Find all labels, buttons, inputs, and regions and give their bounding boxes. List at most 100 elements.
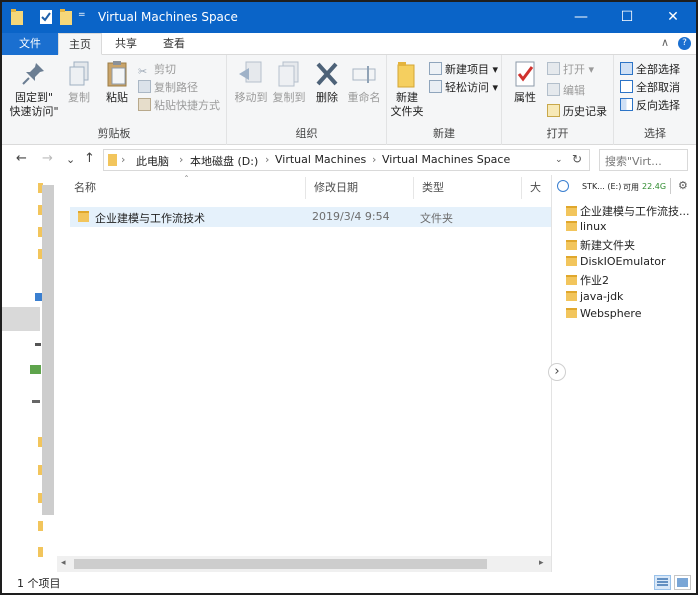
paste-shortcut-button[interactable]: 粘贴快捷方式 <box>138 97 220 114</box>
list-item[interactable]: 作业2 <box>566 272 609 288</box>
copy-label: 复制 <box>68 91 90 104</box>
breadcrumb-drive-d[interactable]: 本地磁盘 (D:) <box>190 153 258 169</box>
minimize-button[interactable]: — <box>558 2 604 33</box>
select-all-button[interactable]: 全部选择 <box>620 61 680 78</box>
breadcrumb-this-pc[interactable]: 此电脑 <box>136 153 169 169</box>
folder-icon <box>566 240 577 250</box>
column-header-type[interactable]: 类型 <box>414 177 522 199</box>
up-button[interactable]: ↑ <box>84 151 95 166</box>
list-item[interactable]: DiskIOEmulator <box>566 255 666 268</box>
cut-label: 剪切 <box>154 63 176 76</box>
help-icon[interactable]: ? <box>678 37 691 50</box>
list-item[interactable]: 新建文件夹 <box>566 237 635 253</box>
nav-selected-item[interactable] <box>2 307 40 331</box>
new-folder-quick-icon[interactable] <box>60 9 72 25</box>
breadcrumb-virtual-machines-space[interactable]: Virtual Machines Space <box>382 153 510 166</box>
preview-item-label: 作业2 <box>580 274 609 287</box>
invert-selection-button[interactable]: 反向选择 <box>620 97 680 114</box>
expand-pane-button[interactable]: › <box>548 363 566 381</box>
nav-pane-scrollbar[interactable] <box>42 185 54 515</box>
new-folder-button[interactable]: 新建 文件夹 <box>389 59 425 119</box>
computer-icon <box>35 293 42 301</box>
list-item[interactable]: 企业建模与工作流技... <box>566 203 690 219</box>
scroll-left-icon[interactable]: ◂ <box>61 558 66 568</box>
group-new: 新建 文件夹 新建项目 ▾ 轻松访问 ▾ 新建 <box>387 55 502 145</box>
network-icon <box>30 365 41 374</box>
open-icon <box>547 62 560 75</box>
copy-path-button[interactable]: 复制路径 <box>138 79 198 96</box>
column-header-size[interactable]: 大小 <box>522 177 551 199</box>
group-select: 全部选择 全部取消 反向选择 选择 <box>614 55 696 145</box>
tab-file[interactable]: 文件 <box>2 33 58 55</box>
delete-button[interactable]: 删除 <box>310 59 344 105</box>
copy-to-icon <box>278 61 299 87</box>
edit-button[interactable]: 编辑 <box>547 82 585 99</box>
horizontal-scrollbar-thumb[interactable] <box>74 559 487 569</box>
breadcrumb-virtual-machines[interactable]: Virtual Machines <box>275 153 366 166</box>
refresh-button[interactable]: ↻ <box>572 152 582 166</box>
item-count: 1 个项目 <box>17 577 61 590</box>
horizontal-scrollbar[interactable]: ◂ ▸ <box>57 556 551 572</box>
scroll-right-icon[interactable]: ▸ <box>539 558 544 568</box>
column-header-name[interactable]: 名称 <box>66 177 306 199</box>
pin-quick-access-button[interactable]: 固定到" 快速访问" <box>8 59 60 119</box>
folder-icon <box>566 256 577 266</box>
new-item-button[interactable]: 新建项目 ▾ <box>429 61 498 78</box>
search-input[interactable]: 搜索"Virt... <box>599 149 688 171</box>
recent-locations-button[interactable]: ⌄ <box>66 153 75 166</box>
breadcrumb-separator-icon: › <box>179 153 184 166</box>
move-to-button[interactable]: 移动到 <box>231 59 271 105</box>
preview-item-label: Websphere <box>580 307 642 320</box>
list-item[interactable]: Websphere <box>566 307 641 320</box>
invert-selection-icon <box>620 98 633 111</box>
address-bar[interactable]: › 此电脑 › 本地磁盘 (D:) › Virtual Machines › V… <box>103 149 590 171</box>
address-dropdown-icon[interactable]: ⌄ <box>555 155 563 165</box>
gear-icon[interactable]: ⚙ <box>678 179 688 192</box>
column-header-date[interactable]: 修改日期 <box>306 177 414 199</box>
easy-access-button[interactable]: 轻松访问 ▾ <box>429 79 498 96</box>
invert-selection-label: 反向选择 <box>636 99 680 112</box>
history-button[interactable]: 历史记录 <box>547 103 607 120</box>
group-label-organize: 组织 <box>295 127 318 140</box>
select-none-button[interactable]: 全部取消 <box>620 79 680 96</box>
tab-view[interactable]: 查看 <box>152 33 196 55</box>
table-row[interactable]: 企业建模与工作流技术 2019/3/4 9:54 文件夹 <box>70 207 551 227</box>
row-date: 2019/3/4 9:54 <box>312 210 390 223</box>
properties-quick-icon[interactable] <box>40 9 52 25</box>
tab-home[interactable]: 主页 <box>58 33 102 55</box>
location-folder-icon <box>108 154 117 166</box>
tab-share[interactable]: 共享 <box>104 33 148 55</box>
folder-icon <box>38 521 43 531</box>
details-view-button[interactable] <box>654 575 671 590</box>
collapse-ribbon-icon[interactable]: ∧ <box>661 36 669 49</box>
customize-quick-access-icon[interactable]: = <box>78 10 86 20</box>
open-button[interactable]: 打开 ▾ <box>547 61 594 78</box>
list-item[interactable]: linux <box>566 220 607 233</box>
back-button[interactable]: ← <box>16 151 27 166</box>
new-item-label: 新建项目 ▾ <box>445 63 499 76</box>
copy-button[interactable]: 复制 <box>62 59 96 105</box>
breadcrumb-separator-icon: › <box>372 153 377 166</box>
copy-to-button[interactable]: 复制到 <box>269 59 309 105</box>
forward-button[interactable]: → <box>42 151 53 166</box>
properties-button[interactable]: 属性 <box>506 59 544 105</box>
paste-button[interactable]: 粘贴 <box>100 59 134 105</box>
preview-drive-name: STK... (E:) <box>582 182 622 191</box>
large-icons-view-button[interactable] <box>674 575 691 590</box>
list-item[interactable]: java-jdk <box>566 290 623 303</box>
edit-icon <box>547 83 560 96</box>
maximize-button[interactable]: ☐ <box>604 2 650 33</box>
drive-icon <box>35 343 41 346</box>
rename-button[interactable]: 重命名 <box>343 59 385 105</box>
explorer-window: = Virtual Machines Space — ☐ ✕ 文件 主页 共享 … <box>0 0 698 595</box>
preview-item-label: DiskIOEmulator <box>580 255 666 268</box>
close-button[interactable]: ✕ <box>650 2 696 33</box>
select-none-icon <box>620 80 633 93</box>
paste-icon <box>107 61 127 87</box>
preview-header: STK... (E:) 可用 22.4G ⚙ <box>552 178 696 197</box>
cut-button[interactable]: ✂ 剪切 <box>138 61 176 78</box>
folder-icon <box>566 275 577 285</box>
group-label-open: 打开 <box>546 127 569 140</box>
preview-free-size: 22.4G <box>642 182 667 191</box>
copy-path-label: 复制路径 <box>154 81 198 94</box>
